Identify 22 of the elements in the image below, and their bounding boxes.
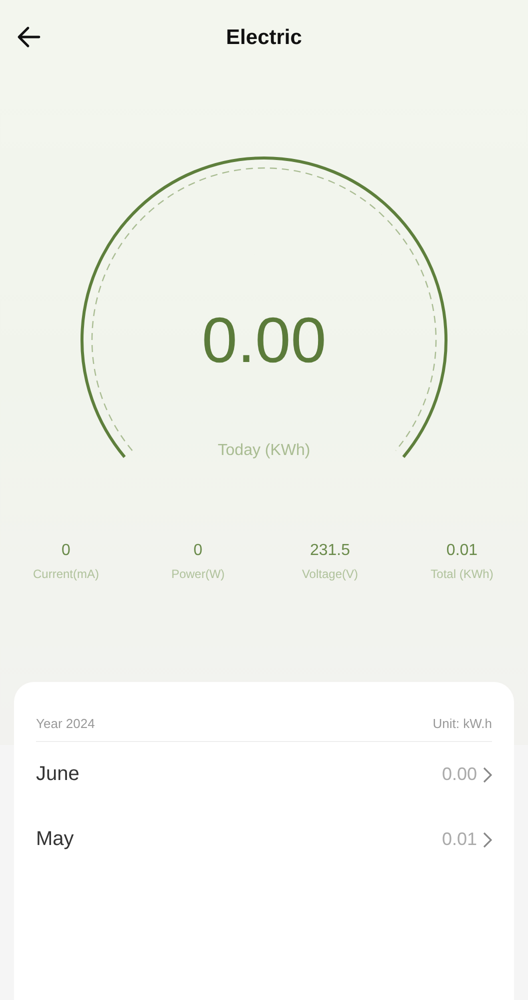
year-label: Year 2024 [36, 716, 95, 731]
stat-label: Current(mA) [32, 567, 99, 581]
page-title: Electric [226, 26, 302, 50]
today-label: Today (KWh) [218, 442, 310, 460]
chevron-right-icon [483, 766, 492, 782]
stat-value: 0.01 [446, 542, 478, 560]
month-row[interactable]: June 0.00 [36, 742, 492, 807]
stat-value: 231.5 [310, 542, 350, 560]
month-row[interactable]: May 0.01 [36, 807, 492, 872]
stat-value: 0 [194, 542, 202, 560]
month-name: June [36, 763, 80, 786]
stat-label: Voltage(V) [302, 567, 358, 581]
month-value: 0.01 [442, 829, 477, 850]
month-name: May [36, 828, 74, 851]
back-arrow-icon [17, 26, 41, 48]
stat-label: Power(W) [171, 567, 225, 581]
today-value: 0.00 [202, 303, 326, 378]
chevron-right-icon [483, 832, 492, 848]
stat-value: 0 [62, 542, 70, 560]
month-value: 0.00 [442, 764, 477, 785]
unit-label: Unit: kW.h [432, 716, 492, 731]
stat-label: Total (KWh) [430, 567, 494, 581]
